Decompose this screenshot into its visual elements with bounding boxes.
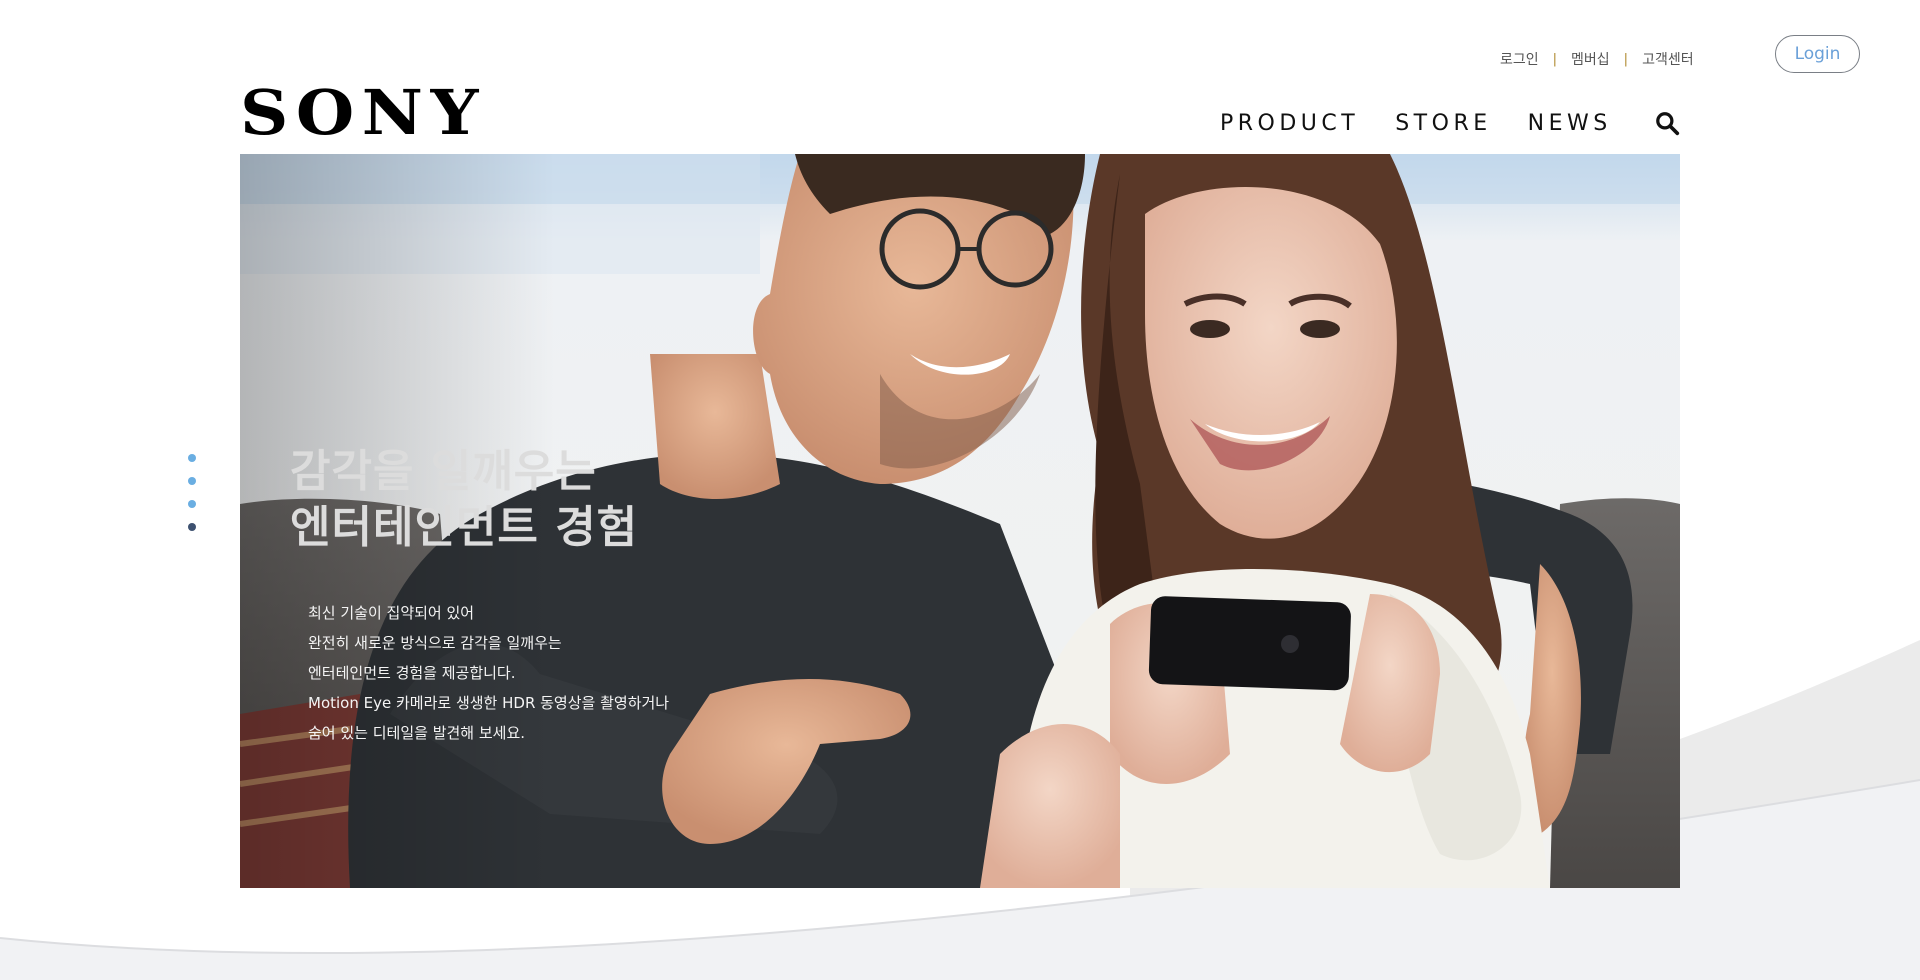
slider-dot[interactable]: [188, 454, 196, 462]
hero-description-line: 엔터테인먼트 경험을 제공합니다.: [308, 664, 516, 682]
hero-description-line: Motion Eye 카메라로 생생한 HDR 동영상을 촬영하거나: [308, 694, 670, 712]
slider-dot[interactable]: [188, 477, 196, 485]
utility-nav: 로그인 | 멤버십 | 고객센터: [1500, 49, 1694, 69]
hero-description: 최신 기술이 집약되어 있어 완전히 새로운 방식으로 감각을 일깨우는 엔터테…: [308, 598, 669, 748]
search-icon[interactable]: [1654, 110, 1680, 136]
hero-banner: 감각을 일깨우는 엔터테인먼트 경험 최신 기술이 집약되어 있어 완전히 새로…: [240, 154, 1680, 888]
login-link[interactable]: 로그인: [1500, 49, 1539, 69]
login-button[interactable]: Login: [1775, 35, 1860, 73]
nav-item-store[interactable]: STORE: [1395, 111, 1491, 136]
hero-description-line: 숨어 있는 디테일을 발견해 보세요.: [308, 724, 526, 742]
hero-title-line: 엔터테인먼트 경험: [290, 502, 639, 553]
main-nav: PRODUCT STORE NEWS: [1220, 108, 1680, 138]
separator: |: [1552, 51, 1558, 67]
nav-item-product[interactable]: PRODUCT: [1220, 111, 1359, 136]
separator: |: [1623, 51, 1629, 67]
hero-description-line: 완전히 새로운 방식으로 감각을 일깨우는: [308, 634, 562, 652]
hero-title-line: 감각을 일깨우는: [290, 446, 597, 497]
slider-dots: [188, 454, 196, 546]
hero-title: 감각을 일깨우는 엔터테인먼트 경험: [290, 444, 638, 556]
sony-logo[interactable]: SONY: [240, 78, 486, 148]
customer-center-link[interactable]: 고객센터: [1642, 49, 1694, 69]
hero-description-line: 최신 기술이 집약되어 있어: [308, 604, 475, 622]
nav-item-news[interactable]: NEWS: [1528, 111, 1612, 136]
slider-dot[interactable]: [188, 500, 196, 508]
membership-link[interactable]: 멤버십: [1571, 49, 1610, 69]
slider-dot-active[interactable]: [188, 523, 196, 531]
